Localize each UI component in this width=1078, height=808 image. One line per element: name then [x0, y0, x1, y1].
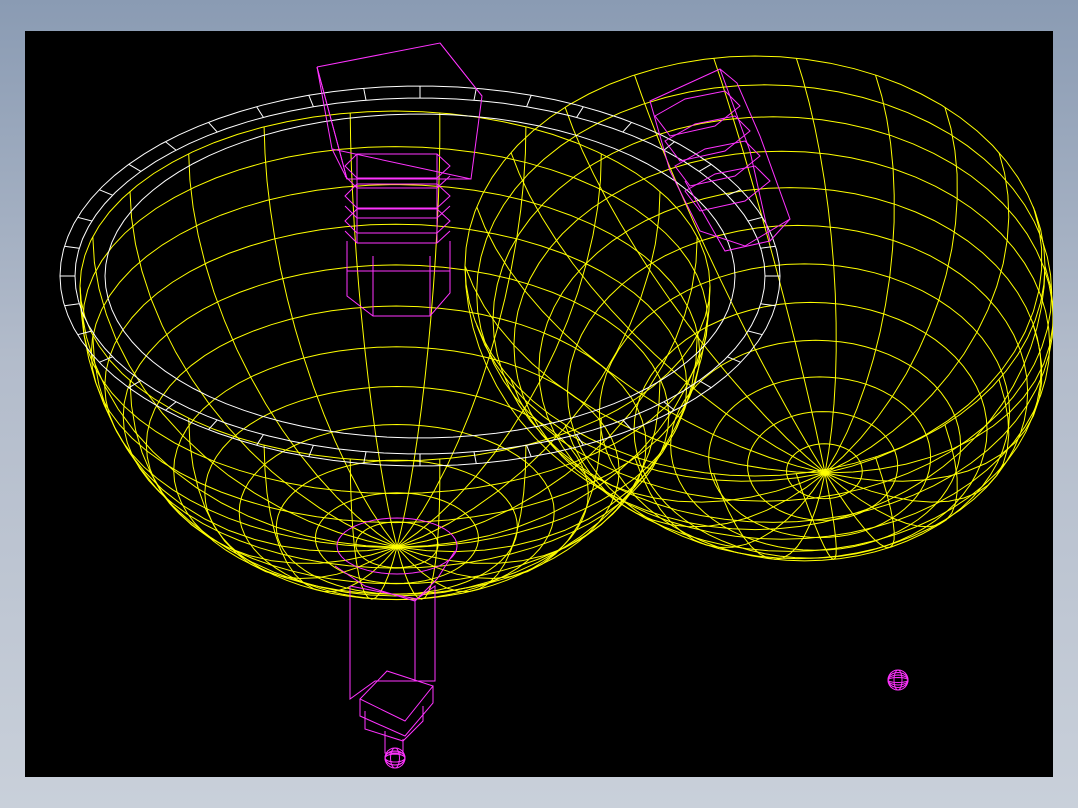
left-basin-rim: [59, 85, 781, 467]
left-basin-meridian: [129, 191, 398, 548]
rim-segment-tick: [99, 189, 113, 196]
right-bowl-meridian: [464, 265, 826, 474]
right-bowl-meridian: [824, 152, 1010, 474]
right-bowl-meridian: [476, 325, 826, 482]
drain-pipe-fitting: [334, 517, 458, 769]
rim-segment-tick: [77, 216, 93, 222]
window-frame: [0, 0, 1078, 808]
rim-segment-tick: [473, 451, 477, 464]
rim-segment-tick: [128, 163, 142, 172]
rim-segment-tick: [747, 330, 763, 336]
left-basin-meridian: [79, 285, 398, 548]
right-bowl-meridian: [824, 107, 958, 474]
rim-segment-tick: [64, 245, 80, 249]
right-bowl-parallel: [670, 339, 962, 551]
rim-segment-tick: [77, 330, 93, 336]
rim-segment-tick: [727, 189, 741, 196]
rim-segment-tick: [363, 88, 367, 101]
left-basin-parallel: [90, 183, 701, 524]
left-basin-meridian: [263, 126, 398, 548]
wireframe-scene: [59, 42, 1053, 769]
rim-segment-tick: [747, 216, 763, 222]
rim-inner-edge: [74, 97, 766, 455]
hex-nut-1: [344, 153, 451, 179]
faucet-top-edge: [331, 148, 348, 180]
right-bowl-meridian: [634, 456, 826, 548]
rim-segment-tick: [698, 380, 712, 389]
left-basin-meridian: [188, 153, 398, 548]
right-bowl-meridian: [824, 265, 1053, 474]
knob-ring: [887, 674, 909, 686]
drain-end-cap: [384, 753, 406, 763]
left-basin-meridian: [396, 418, 602, 580]
faucet-top-edge: [316, 66, 348, 180]
left-basin-meridian: [188, 418, 398, 580]
rim-segment-tick: [64, 303, 80, 307]
rim-segment-tick: [473, 88, 477, 101]
left-basin-parallel: [82, 146, 709, 495]
rim-segment-tick: [165, 141, 177, 151]
rim-segment-tick: [256, 106, 264, 118]
small-knob-fitting: [887, 669, 909, 691]
right-bowl-meridian: [713, 57, 826, 474]
rim-segment-tick: [576, 106, 584, 118]
right-hex-nut-1: [654, 90, 741, 137]
rim-segment-tick: [526, 95, 532, 107]
right-bowl-meridian: [824, 74, 895, 474]
rim-segment-tick: [760, 303, 776, 307]
faucet-top-edge: [439, 42, 483, 97]
rim-segment-tick: [760, 245, 776, 249]
rim-segment-tick: [308, 95, 314, 107]
right-faucet-body: [649, 68, 791, 247]
right-bowl-parallel: [747, 411, 899, 521]
rim-segment-tick: [622, 419, 632, 431]
faucet-stem: [346, 241, 451, 317]
rim-segment-tick: [663, 141, 675, 151]
cad-viewport[interactable]: [25, 31, 1053, 777]
right-bowl-meridian: [564, 424, 826, 528]
faucet-top-edge: [316, 66, 472, 180]
drain-trap-bottom: [364, 706, 424, 742]
rim-segment-tick: [526, 445, 532, 457]
left-basin-parallel: [104, 223, 688, 549]
left-basin-parallel: [238, 423, 555, 601]
left-basin-rim-edge: [79, 110, 711, 462]
rim-segment-tick: [622, 121, 632, 133]
rim-segment-tick: [698, 163, 712, 172]
drain-trap-side: [359, 686, 434, 737]
hex-nut-3: [344, 208, 451, 234]
knob-ring: [887, 676, 909, 684]
right-bowl-parallel: [598, 263, 1011, 562]
drain-trap-top: [359, 670, 434, 722]
upper-faucet-fitting: [316, 42, 483, 317]
right-bowl-parallel: [708, 376, 932, 539]
left-basin-parallel: [355, 521, 439, 569]
rim-segment-tick: [208, 121, 218, 133]
